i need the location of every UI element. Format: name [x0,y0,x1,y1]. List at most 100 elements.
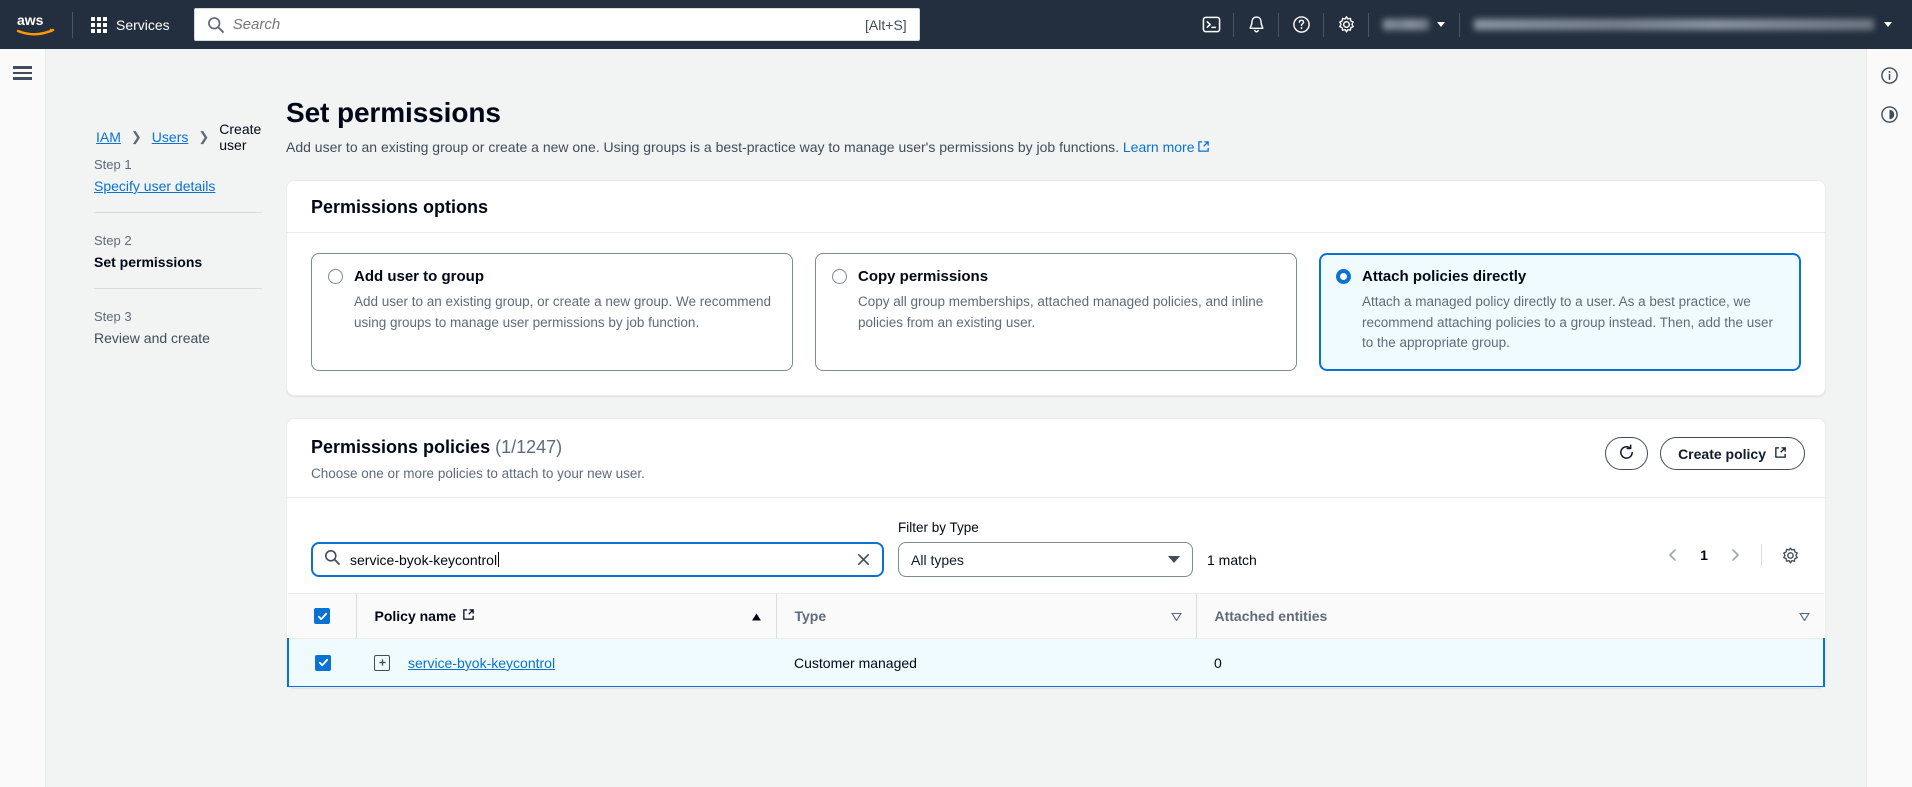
top-navigation: aws Services [Alt+S] [0,0,1912,49]
learn-more-label: Learn more [1122,139,1195,155]
search-icon [207,16,224,33]
external-link-icon [1774,446,1787,462]
text-cursor [498,552,500,568]
filter-by-type-group: Filter by Type All types [898,520,1193,578]
policy-search-value: service-byok-keycontrol [350,551,498,568]
learn-more-link[interactable]: Learn more [1123,139,1211,155]
sort-descending-icon [1170,608,1182,624]
option-header: Add user to group [328,268,776,285]
policies-table: Policy name Type Attached entities servi… [287,593,1825,688]
table-preferences-gear-icon[interactable] [1775,540,1805,570]
permissions-policies-title: Permissions policies (1/1247) [311,437,645,458]
search-input[interactable] [232,16,857,33]
wizard-steps-sidebar: IAM ❯ Users ❯ Create user Step 1 Specify… [46,49,286,787]
wizard-divider [94,212,262,213]
create-policy-button[interactable]: Create policy [1660,437,1805,471]
nav-divider [72,11,73,38]
page-number[interactable]: 1 [1692,547,1716,563]
row-policy-name-cell: service-byok-keycontrol [356,638,776,688]
wizard-step-2: Step 2 Set permissions [94,227,262,270]
page-description-text: Add user to an existing group or create … [286,139,1119,155]
grid-apps-icon [91,16,107,33]
previous-page-button[interactable] [1660,542,1686,568]
region-selector[interactable] [1369,0,1459,49]
option-copy-permissions[interactable]: Copy permissions Copy all group membersh… [815,253,1297,372]
row-checkbox[interactable] [315,654,331,671]
radio-copy-permissions[interactable] [832,269,847,285]
breadcrumb-item-users[interactable]: Users [152,129,189,145]
next-page-button[interactable] [1722,542,1748,568]
wizard-step-3-number: Step 3 [94,309,132,324]
permissions-options-header: Permissions options [287,181,1825,234]
chevron-right-icon: ❯ [198,129,210,144]
option-title: Attach policies directly [1362,268,1527,286]
shield-icon[interactable] [1880,105,1899,124]
column-policy-name[interactable]: Policy name [355,593,776,640]
radio-add-user-to-group[interactable] [328,269,343,285]
page-title: Set permissions [286,97,501,128]
account-menu[interactable] [1460,0,1902,49]
column-type[interactable]: Type [775,593,1196,640]
wizard-step-1: Step 1 Specify user details [94,151,262,194]
column-type-label: Type [794,608,827,625]
option-header: Attach policies directly [1336,268,1784,285]
wizard-step-1-label[interactable]: Specify user details [94,178,262,194]
select-all-header [288,593,356,640]
external-link-icon [1197,138,1210,158]
cloudshell-icon[interactable] [1189,0,1233,49]
search-icon [324,549,340,570]
column-policy-name-label: Policy name [374,608,457,625]
pagination: 1 [1660,540,1805,577]
sort-ascending-icon [751,608,762,624]
table-row[interactable]: service-byok-keycontrol Customer managed… [287,638,1825,688]
option-header: Copy permissions [832,268,1280,285]
row-type-cell: Customer managed [776,638,1196,688]
wizard-step-3-label: Review and create [94,330,210,346]
breadcrumb: IAM ❯ Users ❯ Create user [94,101,262,153]
option-description: Add user to an existing group, or create… [354,294,771,330]
breadcrumb-item-iam[interactable]: IAM [96,129,121,145]
filter-by-type-select[interactable]: All types [898,542,1193,578]
policies-filters-row: service-byok-keycontrol Filter by Type A… [287,498,1825,593]
services-menu-button[interactable]: Services [79,7,182,43]
clear-search-icon[interactable] [856,552,871,567]
page-description: Add user to an existing group or create … [286,137,1826,158]
permissions-policies-header: Permissions policies (1/1247) Choose one… [287,419,1825,499]
policy-search-field[interactable]: service-byok-keycontrol [311,542,884,578]
option-add-user-to-group[interactable]: Add user to group Add user to an existin… [311,253,793,372]
settings-gear-icon[interactable] [1324,0,1368,49]
help-question-icon[interactable] [1279,0,1323,49]
search-shortcut-hint: [Alt+S] [865,16,907,33]
row-attached-entities-cell: 0 [1196,638,1825,688]
sort-descending-icon [1799,608,1810,624]
column-attached-entities[interactable]: Attached entities [1195,593,1825,640]
breadcrumb-item-create-user: Create user [219,121,262,153]
wizard-step-1-number: Step 1 [94,157,132,172]
row-select-cell [287,638,356,688]
permissions-policies-subtitle: Choose one or more policies to attach to… [311,466,645,482]
wizard-divider [94,288,262,289]
wizard-step-3: Step 3 Review and create [94,303,262,346]
select-all-checkbox[interactable] [314,608,330,625]
permissions-options-title: Permissions options [311,197,489,218]
wizard-step-2-number: Step 2 [94,233,132,248]
option-attach-policies-directly[interactable]: Attach policies directly Attach a manage… [1319,253,1801,372]
column-header-inner: Attached entities [1215,608,1825,624]
option-title: Add user to group [354,268,484,286]
expand-row-icon[interactable] [374,654,390,671]
radio-attach-policies-directly[interactable] [1336,269,1351,285]
policies-count: (1/1247) [495,437,563,458]
refresh-button[interactable] [1605,437,1649,471]
notifications-bell-icon[interactable] [1234,0,1278,49]
content-region: IAM ❯ Users ❯ Create user Step 1 Specify… [46,49,1866,787]
info-circle-icon[interactable] [1880,66,1899,85]
policy-name-link[interactable]: service-byok-keycontrol [408,655,555,671]
policy-search-input[interactable]: service-byok-keycontrol [350,552,846,568]
aws-logo[interactable]: aws [0,0,72,49]
permissions-options-panel: Permissions options Add user to group Ad… [286,180,1826,397]
right-rail [1866,49,1912,787]
external-link-icon [462,608,475,624]
chevron-down-icon [1884,22,1892,27]
global-search-bar[interactable]: [Alt+S] [193,8,920,41]
menu-hamburger-icon[interactable] [13,66,32,80]
